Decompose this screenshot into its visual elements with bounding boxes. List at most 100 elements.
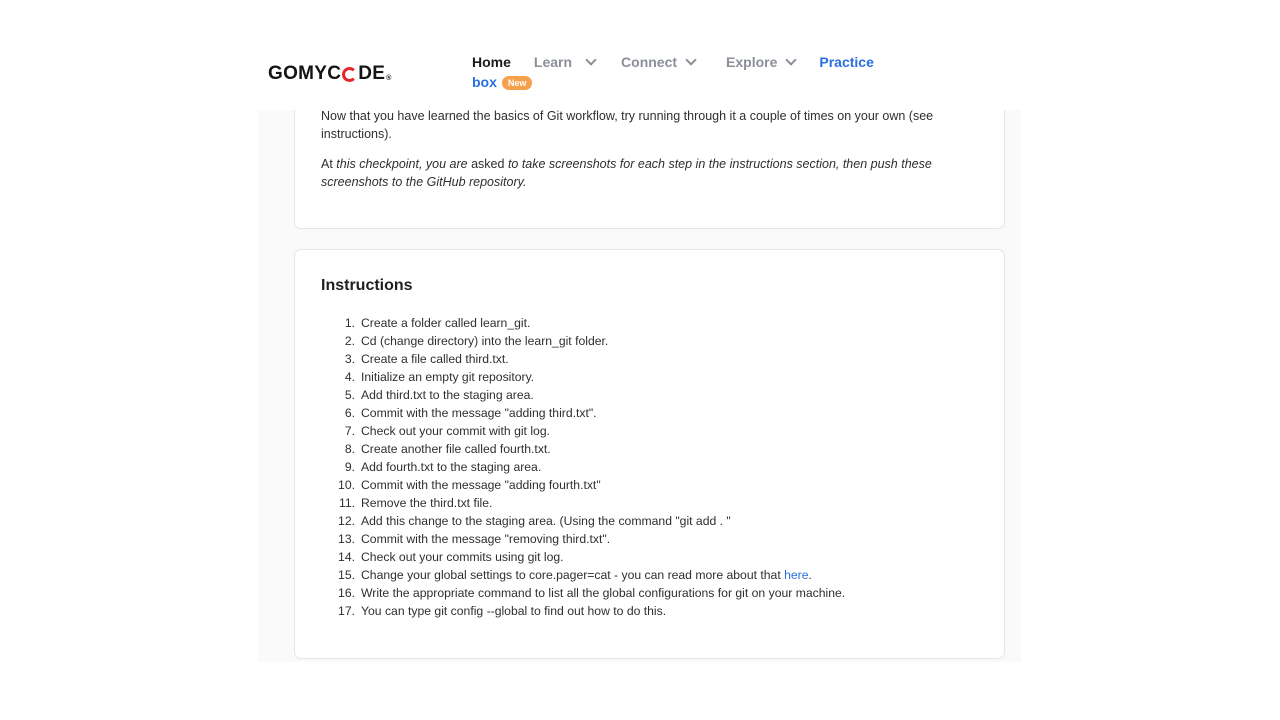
step-number: 15. <box>338 568 355 582</box>
instructions-title: Instructions <box>321 277 413 294</box>
step-text-main: Check out your commits using git log. <box>361 550 564 564</box>
step-text-main: Commit with the message "adding fourth.t… <box>361 478 601 492</box>
instruction-step: 16. Write the appropriate command to list… <box>321 584 981 602</box>
nav-connect-label: Connect <box>621 54 678 70</box>
gomycode-logo[interactable]: GOMYC DE ® <box>268 63 392 85</box>
instruction-step: 8. Create another file called fourth.txt. <box>321 440 981 458</box>
chevron-down-icon <box>685 54 697 66</box>
step-text: Add this change to the staging area. (Us… <box>361 512 731 530</box>
instruction-step: 10. Commit with the message "adding fourt… <box>321 476 981 494</box>
step-text-main: Commit with the message "adding third.tx… <box>361 406 597 420</box>
nav-box-label: box <box>472 74 497 90</box>
step-text-main: Change your global settings to core.page… <box>361 568 785 582</box>
step-text: Commit with the message "adding fourth.t… <box>361 476 601 494</box>
step-number: 7. <box>344 424 355 438</box>
step-text-main: Create another file called fourth.txt. <box>361 442 551 456</box>
step-text: You can type git config --global to find… <box>361 602 666 620</box>
nav-practice[interactable]: Practice <box>819 54 873 70</box>
intro-paragraph: Now that you have learned the basics of … <box>321 109 934 141</box>
nav-explore-label: Explore <box>726 54 778 70</box>
step-number: 13. <box>338 532 355 546</box>
step-text-after: . <box>808 568 812 582</box>
step-text-main: Write the appropriate command to list al… <box>361 586 846 600</box>
here-link[interactable]: here <box>784 568 808 582</box>
nav-learn-label: Learn <box>533 54 573 70</box>
instruction-step: 9. Add fourth.txt to the staging area. <box>321 458 981 476</box>
site-header: GOMYC DE ® Home Learn Connect Explore Prac… <box>258 0 1021 110</box>
step-text: Remove the third.txt file. <box>361 494 492 512</box>
checkpoint-text-mid: asked <box>467 157 508 171</box>
instruction-step: 17. You can type git config --global to f… <box>321 602 981 620</box>
instruction-step: 14. Check out your commits using git log. <box>321 548 981 566</box>
logo-o-mark-icon <box>342 67 358 82</box>
checkpoint-text-em1: this checkpoint, you are <box>336 157 468 171</box>
instruction-step: 7. Check out your commit with git log. <box>321 422 981 440</box>
step-number: 14. <box>338 550 355 564</box>
step-number: 4. <box>344 370 355 384</box>
nav-home[interactable]: Home <box>472 54 511 70</box>
step-number: 6. <box>344 406 355 420</box>
step-text-main: Commit with the message "removing third.… <box>361 532 611 546</box>
main-nav: Home Learn Connect Explore Practice box … <box>472 52 892 90</box>
step-text: Cd (change directory) into the learn_git… <box>361 332 608 350</box>
chevron-down-icon <box>785 54 798 66</box>
step-text: Commit with the message "adding third.tx… <box>361 404 597 422</box>
step-number: 1. <box>344 316 355 330</box>
step-text-main: Add third.txt to the staging area. <box>361 388 534 402</box>
nav-learn[interactable]: Learn <box>533 54 597 70</box>
step-text: Add third.txt to the staging area. <box>361 386 534 404</box>
step-text: Commit with the message "removing third.… <box>361 530 610 548</box>
step-number: 12. <box>338 514 355 528</box>
checkpoint-text-start: At <box>321 157 337 171</box>
logo-text-part2: DE <box>358 63 386 84</box>
instruction-step: 5. Add third.txt to the staging area. <box>321 386 981 404</box>
step-number: 10. <box>338 478 355 492</box>
step-text: Check out your commit with git log. <box>361 422 550 440</box>
instruction-step: 4. Initialize an empty git repository. <box>321 368 981 386</box>
step-text-main: Add this change to the staging area. (Us… <box>361 514 731 528</box>
instruction-step: 13. Commit with the message "removing thi… <box>321 530 981 548</box>
step-number: 8. <box>344 442 355 456</box>
instruction-step: 3. Create a file called third.txt. <box>321 350 981 368</box>
step-number: 3. <box>344 352 355 366</box>
step-text: Create another file called fourth.txt. <box>361 440 551 458</box>
new-badge: New <box>501 76 533 90</box>
instruction-step: 2. Cd (change directory) into the learn_g… <box>321 332 981 350</box>
step-text-main: Cd (change directory) into the learn_git… <box>361 334 609 348</box>
nav-practice-label: Practice <box>819 54 874 70</box>
step-number: 2. <box>344 334 355 348</box>
step-text: Check out your commits using git log. <box>361 548 564 566</box>
step-text-main: Create a folder called learn_git. <box>361 316 531 330</box>
step-number: 5. <box>344 388 355 402</box>
step-text-main: Check out your commit with git log. <box>361 424 550 438</box>
instruction-step: 11. Remove the third.txt file. <box>321 494 981 512</box>
step-number: 17. <box>338 604 355 618</box>
instruction-step: 1. Create a folder called learn_git. <box>321 314 981 332</box>
step-text: Initialize an empty git repository. <box>361 368 534 386</box>
step-number: 16. <box>338 586 355 600</box>
chevron-down-icon <box>585 54 597 66</box>
instruction-step: 15. Change your global settings to core.p… <box>321 566 981 584</box>
nav-explore[interactable]: Explore <box>726 54 798 70</box>
nav-connect[interactable]: Connect <box>621 54 697 70</box>
instructions-card: Instructions 1. Create a folder called le… <box>294 249 1005 659</box>
nav-practice-box[interactable]: box New <box>472 74 533 90</box>
instruction-step: 6. Commit with the message "adding third.… <box>321 404 981 422</box>
step-number: 9. <box>344 460 355 474</box>
step-text-main: Add fourth.txt to the staging area. <box>361 460 542 474</box>
nav-home-label: Home <box>472 54 511 70</box>
step-text-main: You can type git config --global to find… <box>361 604 667 618</box>
instruction-step: 12. Add this change to the staging area. … <box>321 512 981 530</box>
step-text: Create a file called third.txt. <box>361 350 509 368</box>
step-text: Add fourth.txt to the staging area. <box>361 458 541 476</box>
step-text: Change your global settings to core.page… <box>361 566 812 584</box>
step-text-main: Create a file called third.txt. <box>361 352 509 366</box>
step-text: Write the appropriate command to list al… <box>361 584 845 602</box>
checkpoint-paragraph: At this checkpoint, you are asked to tak… <box>321 155 981 191</box>
step-number: 11. <box>338 496 355 510</box>
instructions-list: 1. Create a folder called learn_git. 2. Cd … <box>321 314 981 620</box>
logo-registered-mark: ® <box>386 75 392 82</box>
step-text-main: Remove the third.txt file. <box>361 496 493 510</box>
step-text-main: Initialize an empty git repository. <box>361 370 535 384</box>
logo-text-part1: GOMYC <box>268 63 342 84</box>
